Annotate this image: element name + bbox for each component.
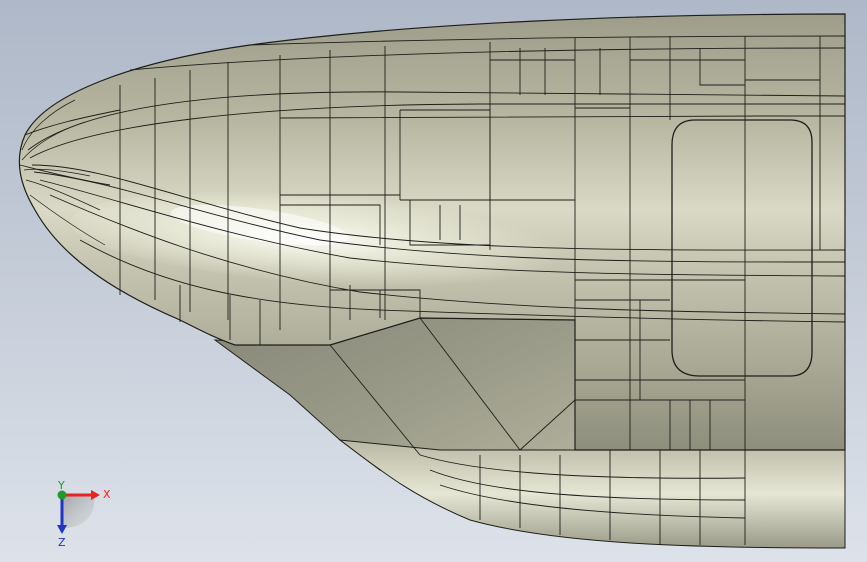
triad-y-label: Y (57, 479, 65, 492)
graphics-viewport[interactable]: X Y Z (0, 0, 867, 562)
model-view[interactable]: X Y Z (0, 0, 867, 562)
triad-z-label: Z (58, 536, 66, 549)
triad-x-label: X (103, 488, 111, 501)
